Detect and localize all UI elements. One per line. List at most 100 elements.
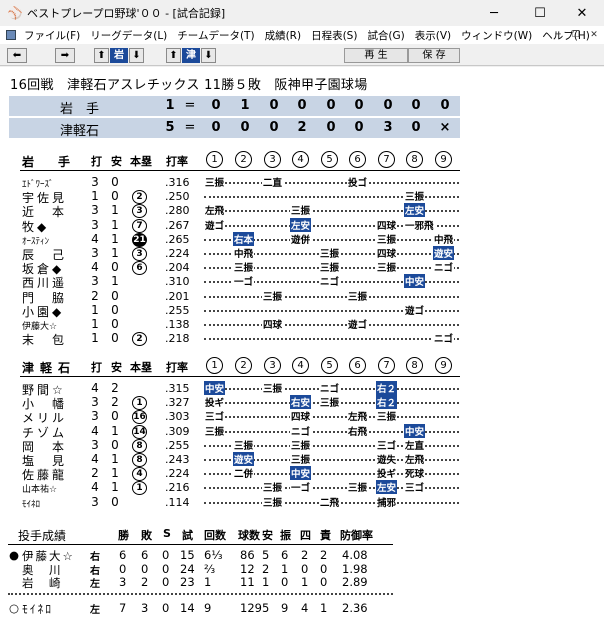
batter-avg: .310: [165, 275, 190, 289]
batter-row: 伊藤大☆ 1 0 .138 四球 遊ゴ: [0, 317, 604, 332]
batter-name: ﾓｲﾈﾛ: [22, 499, 41, 510]
mdi-close-icon[interactable]: ✕: [588, 29, 600, 41]
inning-score: 0: [269, 120, 279, 135]
batter-avg: .309: [165, 424, 190, 438]
prev-arrow-button[interactable]: ⬅: [7, 48, 27, 63]
at-bat-result: 左飛: [404, 452, 426, 466]
inning-header: 1: [206, 151, 223, 168]
batter-ab: 4: [91, 423, 99, 438]
batter-h: 1: [111, 480, 119, 495]
close-button[interactable]: ✕: [560, 0, 604, 26]
at-bat-result: 右２: [376, 395, 398, 410]
inning-score: 0: [354, 98, 364, 113]
batter-hr: 1: [132, 480, 148, 496]
batter-h: 1: [111, 231, 119, 246]
batter-h: 2: [111, 381, 119, 395]
hr-count: 6: [132, 261, 147, 276]
at-bat-result: 三振: [319, 246, 341, 260]
inning-score: 0: [297, 98, 307, 113]
pitcher-ip: 1: [204, 575, 212, 589]
pitching-dotted-divider: [8, 593, 393, 595]
menu-item-4[interactable]: 日程表(S): [307, 28, 363, 43]
inning-header: 2: [235, 357, 252, 374]
at-bat-result: 遊ゴ: [404, 302, 426, 317]
batter-h: 1: [111, 423, 119, 438]
game-record-panel: 16回戦 津軽石アスレチックス 11勝５敗 阪神甲子園球場 岩 手 1 = 0 1 0 0 0…: [0, 67, 604, 640]
at-bat-result: 投ギ: [376, 466, 398, 481]
menu-item-6[interactable]: 表示(V): [411, 28, 457, 43]
inning-score: 0: [326, 120, 336, 135]
pitcher-bb: 1: [301, 575, 309, 589]
menu-item-0[interactable]: ファイル(F): [20, 28, 86, 43]
next-arrow-button[interactable]: ➡: [55, 48, 75, 63]
batter-avg: .138: [165, 318, 190, 331]
pitching-header: 回数: [204, 529, 226, 542]
at-bat-result: 右本: [233, 231, 255, 246]
at-bat-result: 三振: [290, 203, 312, 218]
menu-item-2[interactable]: チームデータ(T): [173, 28, 260, 43]
batter-row: 近 本 3 1 3.280 左飛 三振 左安: [0, 203, 604, 219]
batter-ab: 3: [91, 395, 99, 410]
menu-item-5[interactable]: 試合(G): [363, 28, 410, 43]
inning-score: 0: [211, 98, 221, 113]
hr-count: 14: [132, 424, 147, 439]
batter-row: 末 包 1 0 2 .218 ニゴ: [0, 331, 604, 347]
team-name-header: 岩 手: [22, 155, 77, 169]
header-avg: 打率: [166, 361, 188, 374]
team2-button[interactable]: 津: [182, 48, 200, 63]
document-icon[interactable]: [6, 30, 16, 40]
team2-down-button[interactable]: ⬇: [201, 48, 216, 63]
at-bat-result: 二直: [262, 175, 284, 189]
replay-button[interactable]: 再 生: [344, 48, 408, 63]
scoreboard-eq: =: [184, 98, 196, 113]
batter-avg: .243: [165, 453, 190, 466]
inning-header: 4: [292, 357, 309, 374]
pitching-header: 防御率: [340, 529, 373, 542]
inning-header: 7: [378, 357, 395, 374]
batter-hr: 3: [132, 246, 148, 261]
maximize-button[interactable]: ☐: [518, 0, 562, 26]
pitcher-np: 11: [240, 575, 255, 589]
batter-ab: 4: [91, 231, 99, 246]
pitcher-er: 1: [320, 601, 328, 615]
save-button[interactable]: 保 存: [408, 48, 460, 63]
batter-avg: .280: [165, 204, 190, 218]
menu-item-1[interactable]: リーグデータ(L): [86, 28, 173, 43]
pitching-header: S: [163, 527, 171, 540]
menu-item-7[interactable]: ウィンドウ(W): [457, 28, 538, 43]
pitcher-bb: 0: [301, 561, 309, 576]
batter-hr: 3: [132, 203, 148, 219]
at-bat-result: 左安: [290, 217, 312, 232]
at-bat-result: ニゴ: [433, 331, 455, 346]
header-h: 安: [111, 155, 122, 168]
header-ab: 打: [91, 155, 102, 168]
inning-score: 0: [211, 120, 221, 135]
at-bat-result: 三振: [290, 437, 312, 452]
mdi-minimize-icon[interactable]: ─: [552, 29, 564, 41]
team2-up-button[interactable]: ⬆: [166, 48, 181, 63]
hr-count: 1: [132, 481, 147, 496]
pitcher-l: 0: [141, 561, 149, 576]
hr-count: 1: [132, 396, 147, 411]
inning-header: 7: [378, 151, 395, 168]
team1-button[interactable]: 岩: [110, 48, 128, 63]
team1-up-button[interactable]: ⬆: [94, 48, 109, 63]
batter-h: 0: [111, 260, 119, 275]
pitcher-g: 15: [180, 548, 195, 562]
inning-header: 3: [264, 151, 281, 168]
team1-down-button[interactable]: ⬇: [129, 48, 144, 63]
inning-score: 0: [383, 98, 393, 113]
pitcher-w: 7: [119, 601, 127, 615]
minimize-button[interactable]: ─: [472, 0, 516, 26]
pitcher-l: 2: [141, 575, 149, 589]
mdi-restore-icon[interactable]: ❐: [570, 29, 582, 41]
batter-avg: .267: [165, 218, 190, 232]
batter-row: 宇佐見 1 0 2.250 三振: [0, 189, 604, 205]
pitcher-w: 3: [119, 575, 127, 589]
at-bat-result: 四球: [376, 246, 398, 260]
toolbar: ⬅ ➡ ⬆ 岩 ⬇ ⬆ 津 ⬇ 再 生 保 存: [0, 45, 604, 66]
batter-hr: 2: [132, 331, 148, 347]
batter-h: 0: [111, 288, 119, 303]
pitcher-er: 0: [320, 561, 328, 576]
menu-item-3[interactable]: 成績(R): [261, 28, 308, 43]
